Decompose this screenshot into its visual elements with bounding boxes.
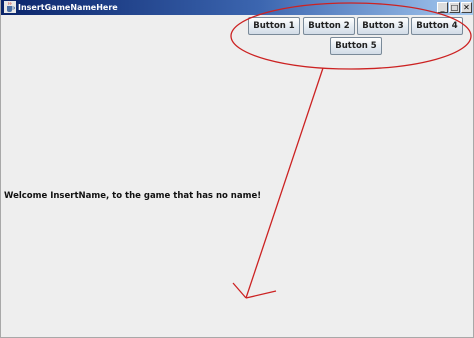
app-window: InsertGameNameHere _ □ ✕ Button 1 Button…	[0, 0, 474, 338]
welcome-message: Welcome InsertName, to the game that has…	[4, 191, 262, 201]
minimize-button[interactable]: _	[437, 2, 448, 13]
button-3[interactable]: Button 3	[357, 17, 409, 35]
minimize-icon: _	[440, 2, 445, 12]
maximize-icon: □	[450, 2, 459, 12]
content-pane: Button 1 Button 2 Button 3 Button 4 Butt…	[1, 15, 473, 337]
close-icon: ✕	[463, 2, 470, 12]
window-title: InsertGameNameHere	[18, 3, 118, 12]
maximize-button[interactable]: □	[449, 2, 460, 13]
button-4[interactable]: Button 4	[411, 17, 463, 35]
button-1[interactable]: Button 1	[248, 17, 300, 35]
close-button[interactable]: ✕	[461, 2, 472, 13]
button-2[interactable]: Button 2	[303, 17, 355, 35]
java-coffee-cup-icon	[4, 1, 16, 13]
button-5[interactable]: Button 5	[330, 37, 382, 55]
title-bar[interactable]: InsertGameNameHere _ □ ✕	[1, 0, 473, 15]
